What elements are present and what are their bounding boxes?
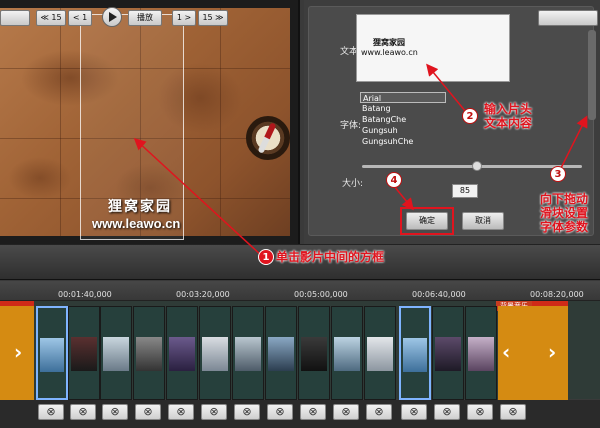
annotation-badge-4: 4 xyxy=(386,172,402,188)
delete-clip-button[interactable]: ⊗ xyxy=(70,404,96,420)
size-slider-thumb[interactable] xyxy=(472,161,482,171)
step-forward-button[interactable]: 1 > xyxy=(172,10,196,26)
preview-url-text: www.leawo.cn xyxy=(92,216,181,231)
timeline-clip[interactable] xyxy=(199,306,231,400)
font-item[interactable]: BatangChe xyxy=(360,114,446,125)
delete-clip-button[interactable]: ⊗ xyxy=(135,404,161,420)
play-icon xyxy=(109,12,117,22)
delete-clip-button[interactable]: ⊗ xyxy=(102,404,128,420)
rewind-15-button[interactable]: ≪ 15 xyxy=(36,10,66,26)
delete-clip-button[interactable]: ⊗ xyxy=(467,404,493,420)
text-line-2: www.leawo.cn xyxy=(361,48,418,57)
annotation-text-2a: 输入片头 xyxy=(484,102,533,116)
annotation-badge-2: 2 xyxy=(462,108,478,124)
ok-button[interactable]: 确定 xyxy=(406,212,448,230)
font-item[interactable]: Batang xyxy=(360,103,446,114)
annotation-text-3b: 滑块设置 xyxy=(540,206,589,220)
preview-title-text: 狸窝家园 xyxy=(108,199,172,215)
video-preview[interactable]: 狸窝家园 www.leawo.cn xyxy=(0,0,300,244)
timeline-tick: 00:05:00,000 xyxy=(294,290,348,299)
timeline-clip[interactable] xyxy=(68,306,100,400)
delete-clip-button[interactable]: ⊗ xyxy=(38,404,64,420)
font-list[interactable]: Arial Batang BatangChe Gungsuh GungsuhCh… xyxy=(360,92,446,150)
text-input-area[interactable]: 狸窝家园 www.leawo.cn xyxy=(356,14,510,82)
timeline-clip[interactable] xyxy=(166,306,198,400)
delete-clip-button[interactable]: ⊗ xyxy=(401,404,427,420)
font-item[interactable]: GungsuhChe xyxy=(360,136,446,147)
annotation-badge-1: 1 xyxy=(258,249,274,265)
timeline-clip[interactable] xyxy=(36,306,68,400)
font-item-selected[interactable]: Arial xyxy=(360,92,446,103)
delete-clip-button[interactable]: ⊗ xyxy=(234,404,260,420)
annotation-text-3c: 字体参数 xyxy=(540,220,589,234)
volume-slider[interactable] xyxy=(0,10,30,26)
delete-clip-button[interactable]: ⊗ xyxy=(168,404,194,420)
text-line-1: 狸窝家园 xyxy=(373,38,405,47)
size-label: 大小: xyxy=(342,179,364,189)
chevron-left-icon: ‹ xyxy=(502,340,511,364)
chevron-right-icon: › xyxy=(548,340,557,364)
delete-clip-button[interactable]: ⊗ xyxy=(333,404,359,420)
delete-clip-button[interactable]: ⊗ xyxy=(434,404,460,420)
timeline-tick: 00:08:20,000 xyxy=(530,290,584,299)
play-label-button[interactable]: 播放 xyxy=(128,10,162,26)
timeline-clip[interactable] xyxy=(465,306,497,400)
delete-clip-button[interactable]: ⊗ xyxy=(300,404,326,420)
timeline-clip[interactable] xyxy=(331,306,363,400)
timeline-clip[interactable] xyxy=(265,306,297,400)
timeline-clip[interactable] xyxy=(432,306,464,400)
annotation-text-2b: 文本内容 xyxy=(484,116,533,130)
annotation-text-3a: 向下拖动 xyxy=(540,192,589,206)
delete-clip-button[interactable]: ⊗ xyxy=(500,404,526,420)
panel-scrollbar[interactable] xyxy=(588,30,596,120)
step-back-button[interactable]: < 1 xyxy=(68,10,92,26)
annotation-badge-3: 3 xyxy=(550,166,566,182)
video-editor-window: 狸窝家园 www.leawo.cn 文本: 狸窝家园 www.leawo.cn … xyxy=(0,0,600,428)
timeline-clip[interactable] xyxy=(399,306,431,400)
chevron-right-icon: › xyxy=(14,340,23,364)
zoom-slider[interactable] xyxy=(538,10,598,26)
timeline-clip[interactable] xyxy=(133,306,165,400)
delete-clip-button[interactable]: ⊗ xyxy=(201,404,227,420)
timeline-clip[interactable] xyxy=(232,306,264,400)
timeline-clip[interactable] xyxy=(298,306,330,400)
font-item[interactable]: Gungsuh xyxy=(360,125,446,136)
timeline-tick: 00:06:40,000 xyxy=(412,290,466,299)
annotation-text-1: 单击影片中间的方框 xyxy=(276,250,385,264)
delete-clip-button[interactable]: ⊗ xyxy=(366,404,392,420)
cancel-button[interactable]: 取消 xyxy=(462,212,504,230)
size-value-field[interactable]: 85 xyxy=(452,184,478,198)
font-label: 字体: xyxy=(340,121,362,131)
timeline-clip[interactable] xyxy=(364,306,396,400)
forward-15-button[interactable]: 15 ≫ xyxy=(198,10,228,26)
timeline-clip[interactable] xyxy=(100,306,132,400)
timeline-tick: 00:01:40,000 xyxy=(58,290,112,299)
timeline-tick: 00:03:20,000 xyxy=(176,290,230,299)
delete-clip-button[interactable]: ⊗ xyxy=(267,404,293,420)
